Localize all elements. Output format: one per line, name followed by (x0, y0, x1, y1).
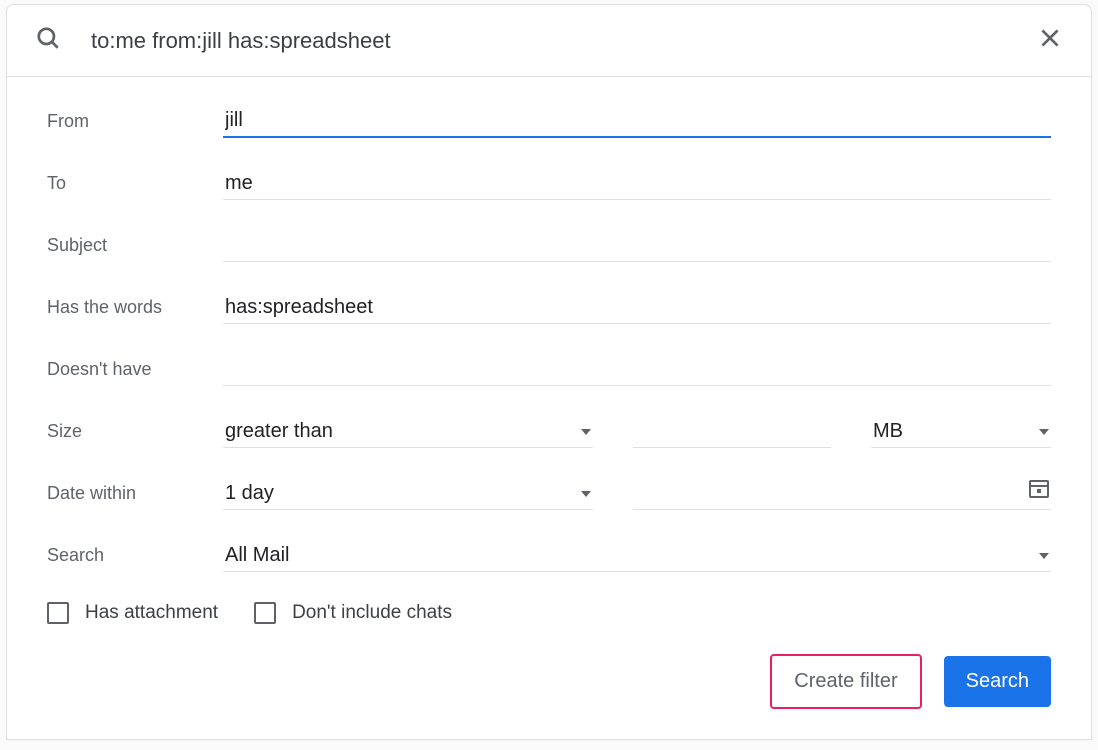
date-range-value: 1 day (225, 482, 573, 505)
calendar-icon[interactable] (1027, 476, 1051, 506)
has-words-input[interactable] (223, 292, 1051, 324)
advanced-search-form: From To Subject Has the words Doesn't ha (7, 77, 1091, 739)
subject-input[interactable] (223, 230, 1051, 262)
create-filter-button[interactable]: Create filter (770, 654, 921, 709)
doesnt-have-input[interactable] (223, 354, 1051, 386)
chevron-down-icon (581, 491, 591, 497)
to-input[interactable] (223, 168, 1051, 200)
has-attachment-label: Has attachment (85, 602, 218, 624)
has-words-label: Has the words (47, 297, 223, 324)
from-input[interactable] (223, 105, 1051, 138)
dont-include-chats-label: Don't include chats (292, 602, 452, 624)
search-button[interactable]: Search (944, 656, 1051, 707)
has-attachment-checkbox[interactable]: Has attachment (47, 602, 218, 624)
doesnt-have-label: Doesn't have (47, 359, 223, 386)
size-comparator-select[interactable]: greater than (223, 416, 593, 448)
search-scope-value: All Mail (225, 544, 1031, 567)
size-value-input[interactable] (633, 416, 831, 448)
search-scope-select[interactable]: All Mail (223, 540, 1051, 572)
chevron-down-icon (1039, 553, 1049, 559)
size-unit-value: MB (873, 420, 1031, 443)
chevron-down-icon (581, 429, 591, 435)
search-icon (35, 25, 61, 56)
dont-include-chats-checkbox[interactable]: Don't include chats (254, 602, 452, 624)
form-actions: Create filter Search (47, 654, 1051, 709)
chevron-down-icon (1039, 429, 1049, 435)
date-picker-input[interactable] (633, 478, 1051, 510)
size-unit-select[interactable]: MB (871, 416, 1051, 448)
search-scope-label: Search (47, 545, 223, 572)
to-label: To (47, 173, 223, 200)
close-icon[interactable] (1033, 21, 1067, 60)
checkbox-icon (47, 602, 69, 624)
size-comparator-value: greater than (225, 420, 573, 443)
date-within-label: Date within (47, 483, 223, 510)
size-label: Size (47, 421, 223, 448)
checkbox-icon (254, 602, 276, 624)
date-range-select[interactable]: 1 day (223, 478, 593, 510)
search-input[interactable] (89, 27, 1033, 55)
search-bar (7, 5, 1091, 77)
subject-label: Subject (47, 235, 223, 262)
advanced-search-panel: From To Subject Has the words Doesn't ha (6, 4, 1092, 740)
from-label: From (47, 111, 223, 138)
